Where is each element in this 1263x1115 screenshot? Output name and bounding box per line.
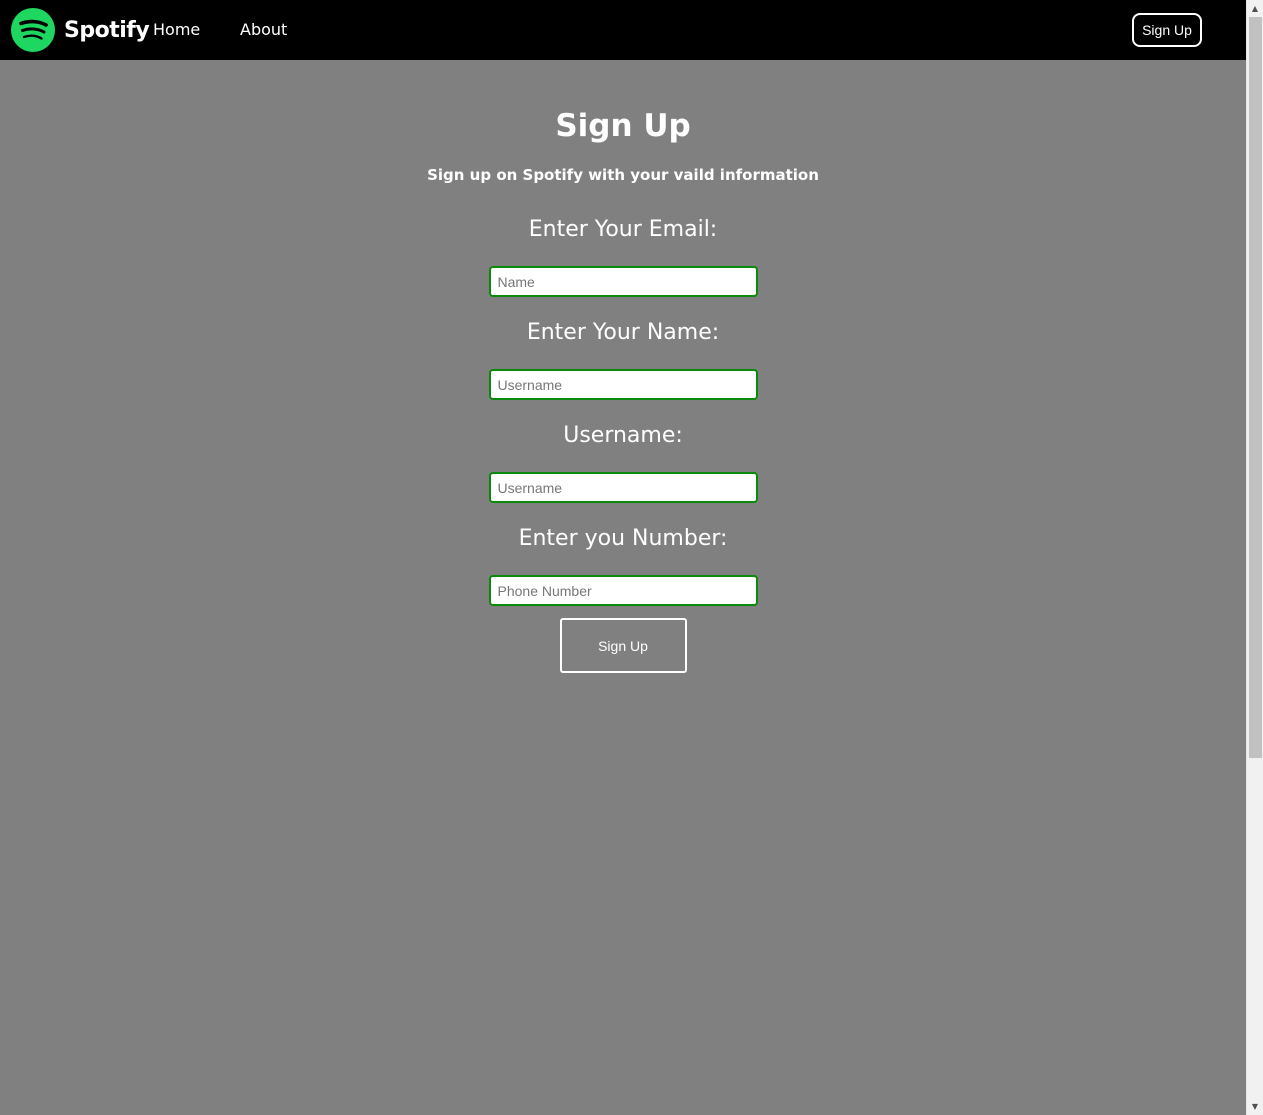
name-input[interactable] (488, 369, 758, 400)
brand-name: Spotify (64, 17, 150, 43)
email-input[interactable] (488, 266, 758, 297)
page-subtitle: Sign up on Spotify with your vaild infor… (427, 166, 819, 184)
top-navbar: Spotify Home About Sign Up (0, 0, 1246, 60)
signup-submit-button[interactable]: Sign Up (559, 618, 687, 673)
scroll-up-arrow-icon[interactable]: ▲ (1247, 0, 1263, 17)
nav-link-about[interactable]: About (240, 20, 287, 39)
nav-signup-button[interactable]: Sign Up (1132, 13, 1202, 47)
page-title: Sign Up (555, 108, 691, 144)
name-label: Enter Your Name: (526, 320, 720, 345)
brand-logo[interactable]: Spotify (11, 8, 150, 52)
email-label: Enter Your Email: (528, 217, 718, 242)
nav-link-home[interactable]: Home (153, 20, 200, 39)
vertical-scrollbar[interactable]: ▲ ▼ (1246, 0, 1263, 1115)
spotify-logo-icon (11, 8, 55, 52)
username-label: Username: (563, 423, 683, 448)
signup-form: Sign Up Sign up on Spotify with your vai… (0, 60, 1246, 673)
scrollbar-thumb[interactable] (1249, 17, 1262, 758)
username-input[interactable] (488, 472, 758, 503)
scroll-down-arrow-icon[interactable]: ▼ (1247, 1098, 1263, 1115)
phone-label: Enter you Number: (518, 526, 728, 551)
phone-input[interactable] (488, 575, 758, 606)
